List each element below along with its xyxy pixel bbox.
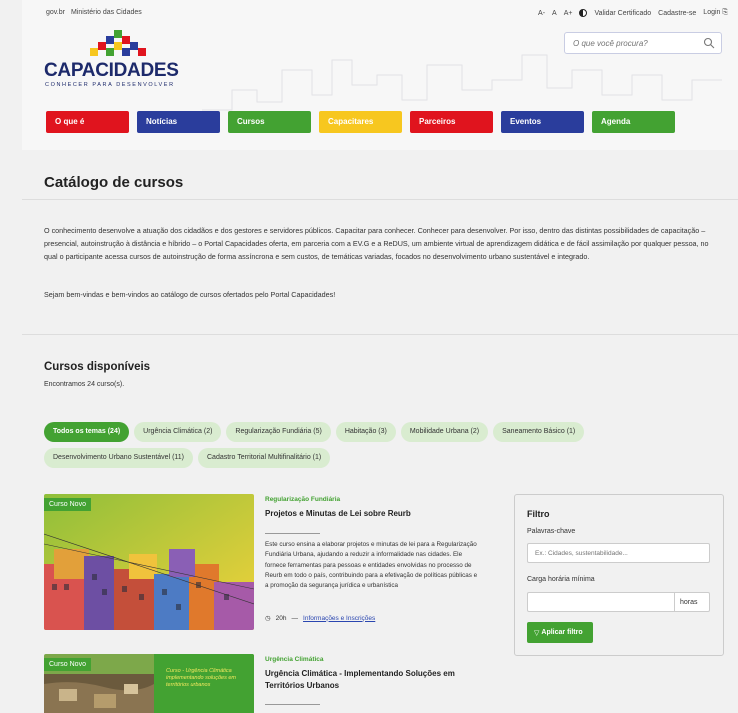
course-card[interactable]: Curso Novo Curso - Urgência Climática im…	[44, 654, 514, 713]
apply-filter-label: Aplicar filtro	[541, 629, 583, 636]
theme-filter-chips: Todos os temas (24) Urgência Climática (…	[44, 422, 724, 474]
validate-certificate-link[interactable]: Validar Certificado	[594, 10, 651, 17]
nav-agenda[interactable]: Agenda	[592, 111, 675, 133]
page-title: Catálogo de cursos	[44, 174, 184, 191]
course-name[interactable]: Urgência Climática - Implementando Soluç…	[265, 668, 465, 692]
chip-cadastro-territorial[interactable]: Cadastro Territorial Multifinalitário (1…	[198, 448, 331, 468]
hours-label: Carga horária mínima	[527, 576, 595, 583]
gov-links: gov.br Ministério das Cidades	[46, 9, 142, 16]
chip-urgencia-climatica[interactable]: Urgência Climática (2)	[134, 422, 222, 442]
course-separator	[265, 704, 320, 705]
course-image[interactable]: Curso Novo Curso - Urgência Climática im…	[44, 654, 254, 713]
page: gov.br Ministério das Cidades A- A A+ Va…	[22, 0, 738, 713]
hours-suffix: horas	[675, 592, 710, 612]
favela-illustration	[44, 494, 254, 630]
course-card[interactable]: Curso Novo Regularização Fundiária Proje…	[44, 494, 514, 634]
search-box	[564, 32, 722, 54]
filter-panel: Filtro Palavras-chave Carga horária míni…	[514, 494, 724, 656]
course-theme: Urgência Climática	[265, 656, 324, 663]
hours-field: horas	[527, 592, 710, 612]
keywords-label: Palavras-chave	[527, 528, 576, 535]
hours-input[interactable]	[527, 592, 675, 612]
logo-blocks-icon	[90, 30, 146, 56]
apply-filter-button[interactable]: ▽ Aplicar filtro	[527, 622, 593, 643]
filter-title: Filtro	[527, 509, 550, 519]
courses-count: Encontramos 24 curso(s).	[44, 381, 125, 388]
chip-saneamento-basico[interactable]: Saneamento Básico (1)	[493, 422, 585, 442]
utility-bar: A- A A+ Validar Certificado Cadastre-se …	[538, 9, 728, 17]
course-image-caption: Curso - Urgência Climática implementando…	[166, 668, 237, 688]
info-link-icon: —	[291, 614, 299, 622]
search-input[interactable]	[565, 33, 695, 54]
capacidades-logo[interactable]: CAPACIDADES CONHECER PARA DESENVOLVER	[44, 28, 194, 90]
nav-noticias[interactable]: Notícias	[137, 111, 220, 133]
login-link[interactable]: Login ⎘	[703, 9, 728, 17]
nav-o-que-e[interactable]: O que é	[46, 111, 129, 133]
chip-desenvolvimento-urbano[interactable]: Desenvolvimento Urbano Sustentável (11)	[44, 448, 193, 468]
ministry-link[interactable]: Ministério das Cidades	[71, 9, 142, 16]
nav-parceiros[interactable]: Parceiros	[410, 111, 493, 133]
course-theme: Regularização Fundiária	[265, 496, 341, 503]
font-reset-button[interactable]: A	[552, 10, 557, 17]
signup-link[interactable]: Cadastre-se	[658, 10, 696, 17]
font-increase-button[interactable]: A+	[564, 10, 573, 17]
chip-mobilidade-urbana[interactable]: Mobilidade Urbana (2)	[400, 422, 489, 442]
keywords-input[interactable]	[527, 543, 710, 563]
new-course-badge: Curso Novo	[44, 498, 91, 511]
font-decrease-button[interactable]: A-	[538, 10, 545, 17]
login-label: Login	[703, 9, 721, 16]
main-nav: O que é Notícias Cursos Capacitares Parc…	[46, 111, 675, 133]
logo-tagline: CONHECER PARA DESENVOLVER	[45, 82, 175, 88]
nav-capacitares[interactable]: Capacitares	[319, 111, 402, 133]
logo-brand-text: CAPACIDADES	[44, 60, 179, 81]
gov-br-link[interactable]: gov.br	[46, 9, 65, 16]
login-icon: ⎘	[722, 9, 728, 16]
chip-habitacao[interactable]: Habitação (3)	[335, 422, 396, 442]
new-course-badge: Curso Novo	[44, 658, 91, 671]
course-hours: 20h	[275, 614, 287, 622]
course-image[interactable]: Curso Novo	[44, 494, 254, 630]
course-description: Este curso ensina a elaborar projetos e …	[265, 541, 478, 590]
courses-section: Cursos disponíveis Encontramos 24 curso(…	[22, 336, 738, 713]
courses-title: Cursos disponíveis	[44, 361, 151, 373]
course-separator	[265, 533, 320, 534]
clock-icon: ◷	[265, 615, 271, 622]
course-name[interactable]: Projetos e Minutas de Lei sobre Reurb	[265, 508, 475, 520]
site-header: gov.br Ministério das Cidades A- A A+ Va…	[22, 0, 738, 150]
search-icon[interactable]	[703, 37, 715, 49]
intro-paragraph: O conhecimento desenvolve a atuação dos …	[44, 226, 709, 261]
course-info-link[interactable]: Informações e Inscrições	[303, 615, 375, 622]
filter-icon: ▽	[534, 629, 540, 637]
title-section: Catálogo de cursos	[22, 150, 738, 200]
nav-cursos[interactable]: Cursos	[228, 111, 311, 133]
chip-regularizacao-fundiaria[interactable]: Regularização Fundiária (5)	[226, 422, 331, 442]
contrast-icon[interactable]	[579, 9, 588, 17]
chip-all-themes[interactable]: Todos os temas (24)	[44, 422, 130, 442]
welcome-paragraph: Sejam bem-vindas e bem-vindos ao catálog…	[44, 290, 336, 299]
nav-eventos[interactable]: Eventos	[501, 111, 584, 133]
course-meta: ◷ 20h — Informações e Inscrições	[265, 614, 375, 623]
intro-section: O conhecimento desenvolve a atuação dos …	[22, 200, 738, 335]
